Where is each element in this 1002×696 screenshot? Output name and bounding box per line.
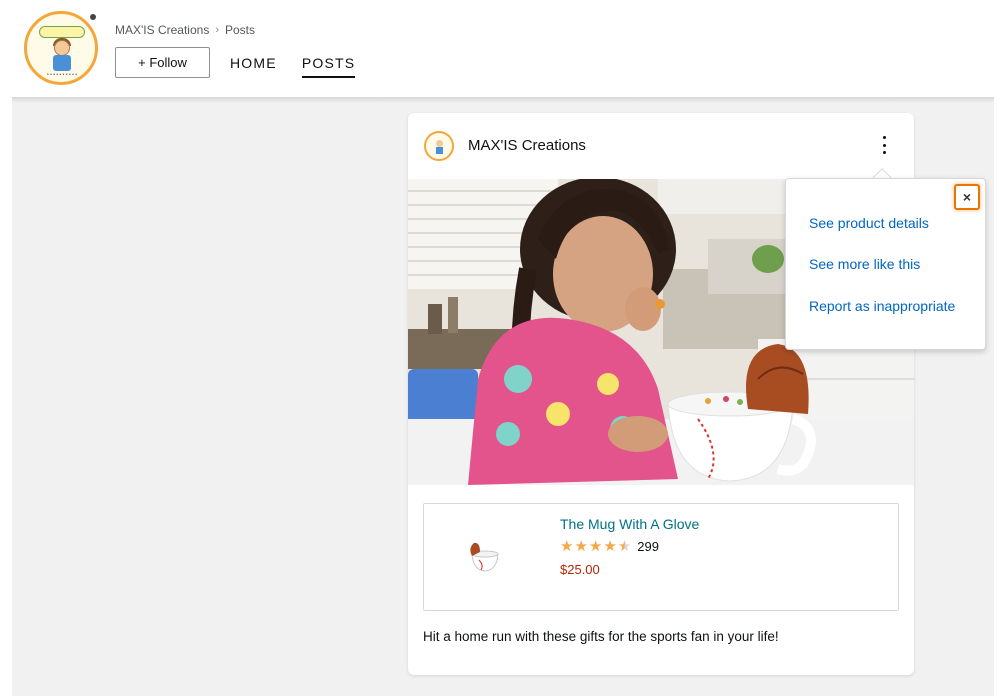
avatar-body-graphic: [436, 147, 443, 154]
post-options-menu: × See product details See more like this…: [785, 178, 986, 350]
product-thumbnail[interactable]: [464, 534, 508, 578]
logo-ring-graphic: • • • • • • • • • •: [46, 72, 77, 78]
store-logo[interactable]: • • • • • • • • • •: [24, 11, 98, 85]
star-icon: ★: [574, 538, 588, 555]
post-caption: Hit a home run with these gifts for the …: [423, 629, 779, 644]
half-star-icon: ★: [617, 538, 632, 555]
star-rating: ★ ★ ★ ★ ★: [560, 539, 631, 554]
brand-avatar[interactable]: [424, 131, 454, 161]
product-price: $25.00: [560, 562, 600, 577]
breadcrumb-posts: Posts: [225, 23, 256, 37]
menu-item-see-product-details[interactable]: See product details: [809, 215, 929, 231]
menu-item-see-more-like-this[interactable]: See more like this: [809, 256, 920, 272]
product-card[interactable]: The Mug With A Glove ★ ★ ★ ★ ★ 299 $25.0…: [423, 503, 899, 611]
product-title-link[interactable]: The Mug With A Glove: [560, 516, 699, 532]
vertical-ellipsis-icon[interactable]: [876, 133, 892, 157]
logo-banner-graphic: [39, 26, 85, 38]
breadcrumb: MAX'IS Creations › Posts: [115, 23, 255, 37]
logo-character-head: [54, 40, 70, 56]
logo-badge-dot: [90, 14, 96, 20]
tab-posts[interactable]: POSTS: [301, 55, 356, 78]
rating-count[interactable]: 299: [637, 539, 659, 554]
breadcrumb-store-link[interactable]: MAX'IS Creations: [115, 23, 209, 37]
star-icon: ★: [588, 538, 603, 555]
product-thumbnail-graphic: [470, 542, 499, 572]
follow-button[interactable]: + Follow: [115, 47, 210, 78]
menu-item-report-inappropriate[interactable]: Report as inappropriate: [809, 298, 955, 314]
post-brand-name[interactable]: MAX'IS Creations: [468, 137, 586, 154]
product-rating[interactable]: ★ ★ ★ ★ ★ 299: [560, 539, 659, 554]
star-icon: ★: [603, 538, 617, 555]
header-shadow: [12, 97, 994, 103]
breadcrumb-chevron-icon: ›: [215, 24, 219, 36]
avatar-head-graphic: [436, 140, 443, 147]
store-header: • • • • • • • • • • MAX'IS Creations › P…: [0, 0, 1002, 97]
tab-home[interactable]: HOME: [230, 55, 277, 78]
store-nav: HOME POSTS: [230, 55, 356, 78]
logo-character-body: [53, 55, 71, 71]
close-icon[interactable]: ×: [954, 184, 980, 210]
star-icon: ★: [560, 538, 574, 555]
